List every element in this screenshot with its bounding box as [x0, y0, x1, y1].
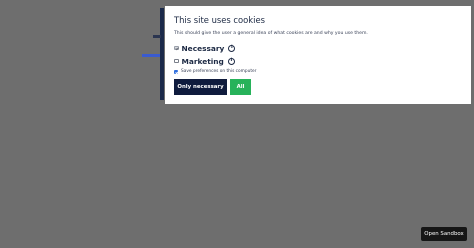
save-preferences-label[interactable]: Save preferences on this computer	[181, 69, 256, 74]
page-text-fragment	[153, 35, 161, 38]
only-necessary-button[interactable]: Only necessary	[174, 79, 227, 95]
save-preferences-checkbox[interactable]	[174, 69, 178, 74]
option-necessary: Necessary i	[174, 42, 461, 54]
info-icon[interactable]: i	[228, 44, 236, 52]
marketing-label[interactable]: Marketing	[182, 57, 224, 66]
dialog-description: This should give the user a general idea…	[174, 31, 368, 36]
info-icon[interactable]: i	[227, 57, 235, 65]
dialog-buttons: Only necessary All	[174, 79, 461, 95]
necessary-label: Necessary	[181, 43, 225, 53]
option-marketing: Marketing i	[174, 55, 461, 67]
page-accent-bar	[160, 8, 164, 100]
open-sandbox-button[interactable]: Open Sandbox	[421, 227, 467, 241]
marketing-checkbox[interactable]	[174, 58, 179, 64]
cookie-consent-dialog: This site uses cookies This should give …	[165, 6, 471, 104]
dialog-title: This site uses cookies	[174, 15, 265, 25]
accept-all-button[interactable]: All	[230, 79, 251, 95]
save-preferences-row: Save preferences on this computer	[174, 68, 461, 75]
necessary-checkbox	[174, 45, 179, 51]
page-link-fragment	[142, 54, 160, 57]
